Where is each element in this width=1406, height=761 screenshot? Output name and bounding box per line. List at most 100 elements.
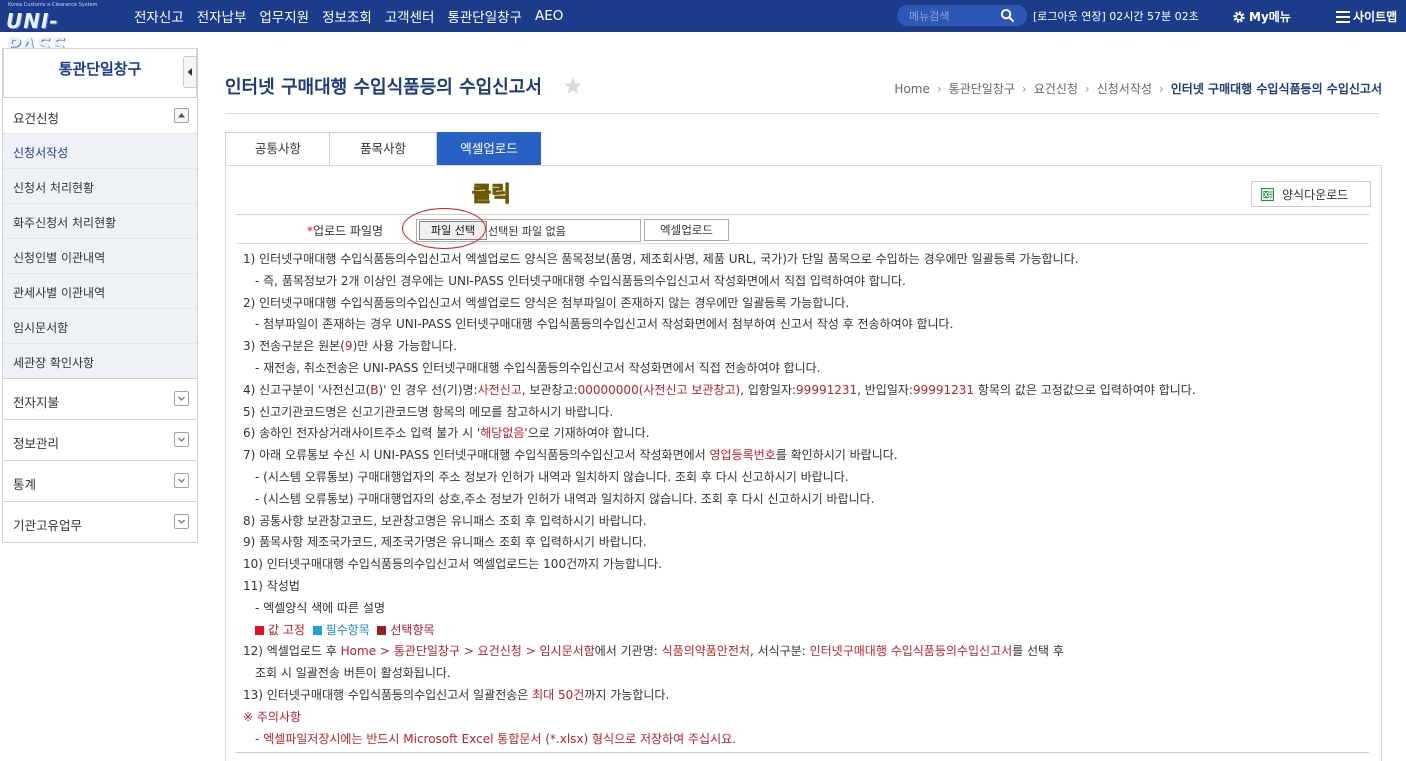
note-11a: - 엑셀양식 색에 따른 설명 bbox=[255, 600, 385, 615]
logo-subtitle: Korea Customs e-Clearance System bbox=[8, 2, 98, 8]
legend-optional-swatch bbox=[377, 625, 387, 635]
note-text: , 반입일자: bbox=[857, 382, 913, 397]
sidebar-group-info-manage[interactable]: 정보관리 bbox=[3, 419, 197, 460]
note-highlight: 00000000(사전신고 보관창고) bbox=[577, 382, 741, 397]
caution-heading: ※ 주의사항 bbox=[243, 709, 302, 724]
breadcrumb-requirement[interactable]: 요건신청 bbox=[1034, 82, 1078, 96]
note-1: 1) 인터넷구매대행 수입식품등의수입신고서 엑셀업로드 양식은 품목정보(품명… bbox=[243, 252, 1079, 266]
note-text: , 입항일자: bbox=[740, 382, 797, 397]
note-text: 13) 인터넷구매대행 수입식품등의수입신고서 일괄전송은 bbox=[243, 687, 533, 702]
note-text: '으로 기재하여야 합니다. bbox=[524, 426, 650, 441]
note-highlight: 영업등록번호 bbox=[709, 448, 776, 463]
note-highlight: 최대 50건 bbox=[532, 687, 585, 702]
legend-required-swatch bbox=[312, 625, 322, 635]
breadcrumb-single-window[interactable]: 통관단일창구 bbox=[949, 82, 1015, 96]
menu-search-box bbox=[897, 5, 1027, 26]
note-text: , 보관창고: bbox=[521, 382, 578, 397]
sitemap-button[interactable]: 사이트맵 bbox=[1336, 8, 1397, 25]
note-text: , 서식구분: bbox=[749, 644, 810, 659]
nav-item-single-window[interactable]: 통관단일창구 bbox=[447, 6, 522, 26]
note-text: 6) 송하인 전자상거래사이트주소 입력 불가 시 ' bbox=[243, 426, 481, 441]
sidebar-item-label: 관세사별 이관내역 bbox=[13, 286, 106, 300]
upload-file-label: *업로드 파일명 bbox=[307, 222, 383, 239]
note-text: )만 사용 가능합니다. bbox=[352, 339, 458, 354]
note-7: 7) 아래 오류통보 수신 시 UNI-PASS 인터넷구매대행 수입식품등의수… bbox=[243, 445, 1363, 467]
sidebar-item-application-write[interactable]: 신청서작성 bbox=[3, 133, 197, 168]
sidebar-item-temp-box[interactable]: 임시문서함 bbox=[3, 308, 197, 343]
note-10: 10) 인터넷구매대행 수입식품등의수입신고서 엑셀업로드는 100건까지 가능… bbox=[243, 557, 663, 572]
mymenu-button[interactable]: My메뉴 bbox=[1232, 8, 1291, 25]
note-2: 2) 인터넷구매대행 수입식품등의수입신고서 엑셀업로드 양식은 첨부파일이 존… bbox=[243, 295, 850, 310]
sidebar-group-label: 전자지불 bbox=[13, 395, 60, 410]
expand-icon[interactable] bbox=[174, 391, 189, 406]
upload-file-label-text: 업로드 파일명 bbox=[313, 224, 384, 238]
menu-search-input[interactable] bbox=[907, 7, 991, 25]
expand-icon[interactable] bbox=[174, 473, 189, 488]
sidebar-group-label: 요건신청 bbox=[13, 111, 60, 126]
session-extend-timer[interactable]: [로그아웃 연장] 02시간 57분 02초 bbox=[1033, 8, 1199, 24]
form-download-button[interactable]: 양식다운로드 bbox=[1251, 181, 1371, 207]
sidebar-item-label: 신청서 처리현황 bbox=[13, 181, 95, 195]
sidebar-item-customs-check[interactable]: 세관장 확인사항 bbox=[3, 343, 197, 378]
note-text: 까지 가능합니다. bbox=[584, 687, 670, 702]
note-8: 8) 공통사항 보관창고코드, 보관창고명은 유니패스 조회 후 입력하시기 바… bbox=[243, 513, 647, 528]
nav-item-e-declaration[interactable]: 전자신고 bbox=[134, 6, 184, 26]
nav-item-aeo[interactable]: AEO bbox=[535, 8, 563, 24]
hamburger-icon bbox=[1336, 10, 1350, 23]
note-highlight: Home > 통관단일창구 > 요건신청 > 임시문서함 bbox=[340, 644, 595, 659]
excel-upload-button[interactable]: 엑셀업로드 bbox=[644, 219, 729, 241]
excel-icon bbox=[1261, 187, 1274, 201]
nav-item-e-payment[interactable]: 전자납부 bbox=[197, 6, 247, 26]
sitemap-label: 사이트맵 bbox=[1353, 10, 1398, 24]
legend-required-label: 필수항목 bbox=[325, 622, 370, 637]
note-highlight: 사전신고 bbox=[477, 382, 522, 397]
color-legend: 값 고정 필수항목 선택항목 bbox=[243, 620, 1363, 642]
page-title: 인터넷 구매대행 수입식품등의 수입신고서 bbox=[225, 77, 542, 98]
sidebar-item-label: 신청인별 이관내역 bbox=[13, 251, 106, 265]
sidebar-item-owner-status[interactable]: 화주신청서 처리현황 bbox=[3, 203, 197, 238]
nav-item-info-lookup[interactable]: 정보조회 bbox=[322, 6, 372, 26]
file-status-text: 선택된 파일 없음 bbox=[488, 225, 566, 238]
chevron-right-icon: › bbox=[1084, 82, 1090, 96]
breadcrumb-home[interactable]: Home bbox=[894, 82, 929, 96]
notes-bottom-divider bbox=[236, 752, 1369, 753]
note-highlight: 99991231 bbox=[912, 382, 975, 397]
note-5: 5) 신고기관코드명은 신고기관코드명 항목의 메모를 참고하시기 바랍니다. bbox=[243, 404, 614, 419]
sidebar-item-applicant-transfer[interactable]: 신청인별 이관내역 bbox=[3, 238, 197, 273]
note-4: 4) 신고구분이 '사전신고(B)' 인 경우 선(기)명:사전신고, 보관창고… bbox=[243, 380, 1363, 402]
note-text: 7) 아래 오류통보 수신 시 UNI-PASS 인터넷구매대행 수입식품등의수… bbox=[243, 448, 710, 463]
tab-items[interactable]: 품목사항 bbox=[329, 132, 437, 166]
expand-icon[interactable] bbox=[174, 514, 189, 529]
tab-common[interactable]: 공통사항 bbox=[225, 132, 331, 166]
unipass-logo[interactable]: Korea Customs e-Clearance System UNI-PAS… bbox=[6, 2, 106, 57]
tab-excel-upload[interactable]: 엑셀업로드 bbox=[437, 132, 541, 166]
sidebar-title: 통관단일창구 bbox=[3, 48, 197, 97]
favorite-star-icon[interactable] bbox=[563, 76, 583, 96]
sidebar-group-statistics[interactable]: 통계 bbox=[3, 460, 197, 501]
nav-item-work-support[interactable]: 업무지원 bbox=[259, 6, 309, 26]
search-icon[interactable] bbox=[1000, 8, 1015, 23]
sidebar-item-broker-transfer[interactable]: 관세사별 이관내역 bbox=[3, 273, 197, 308]
collapse-icon[interactable] bbox=[174, 108, 189, 123]
note-text: 항목의 값은 고정값으로 입력하여야 합니다. bbox=[974, 382, 1196, 397]
note-text: 3) 전송구분은 원본( bbox=[243, 339, 345, 354]
note-text: 에서 기관명: bbox=[594, 644, 662, 659]
note-highlight: 9 bbox=[344, 339, 353, 354]
expand-icon[interactable] bbox=[174, 432, 189, 447]
sidebar-group-agency-tasks[interactable]: 기관고유업무 bbox=[3, 501, 197, 542]
note-3: 3) 전송구분은 원본(9)만 사용 가능합니다. bbox=[243, 336, 1363, 358]
note-6: 6) 송하인 전자상거래사이트주소 입력 불가 시 '해당없음'으로 기재하여야… bbox=[243, 423, 1363, 445]
title-divider bbox=[225, 113, 1380, 114]
highlight-circle bbox=[402, 208, 486, 249]
sidebar-item-application-status[interactable]: 신청서 처리현황 bbox=[3, 168, 197, 203]
note-highlight: 해당없음 bbox=[480, 426, 525, 441]
note-highlight: 인터넷구매대행 수입식품등의수입신고서 bbox=[809, 644, 1013, 659]
sidebar-item-label: 신청서작성 bbox=[13, 146, 69, 160]
sidebar-group-e-payment[interactable]: 전자지불 bbox=[3, 378, 197, 419]
note-7a: - (시스템 오류통보) 구매대행업자의 주소 정보가 인허가 내역과 일치하지… bbox=[255, 469, 849, 484]
nav-item-customer-center[interactable]: 고객센터 bbox=[385, 6, 435, 26]
sidebar-group-requirement[interactable]: 요건신청 bbox=[3, 97, 197, 133]
note-highlight: 99991231 bbox=[796, 382, 858, 397]
breadcrumb-application-write[interactable]: 신청서작성 bbox=[1097, 82, 1152, 96]
sidebar-collapse-toggle[interactable] bbox=[183, 56, 197, 88]
